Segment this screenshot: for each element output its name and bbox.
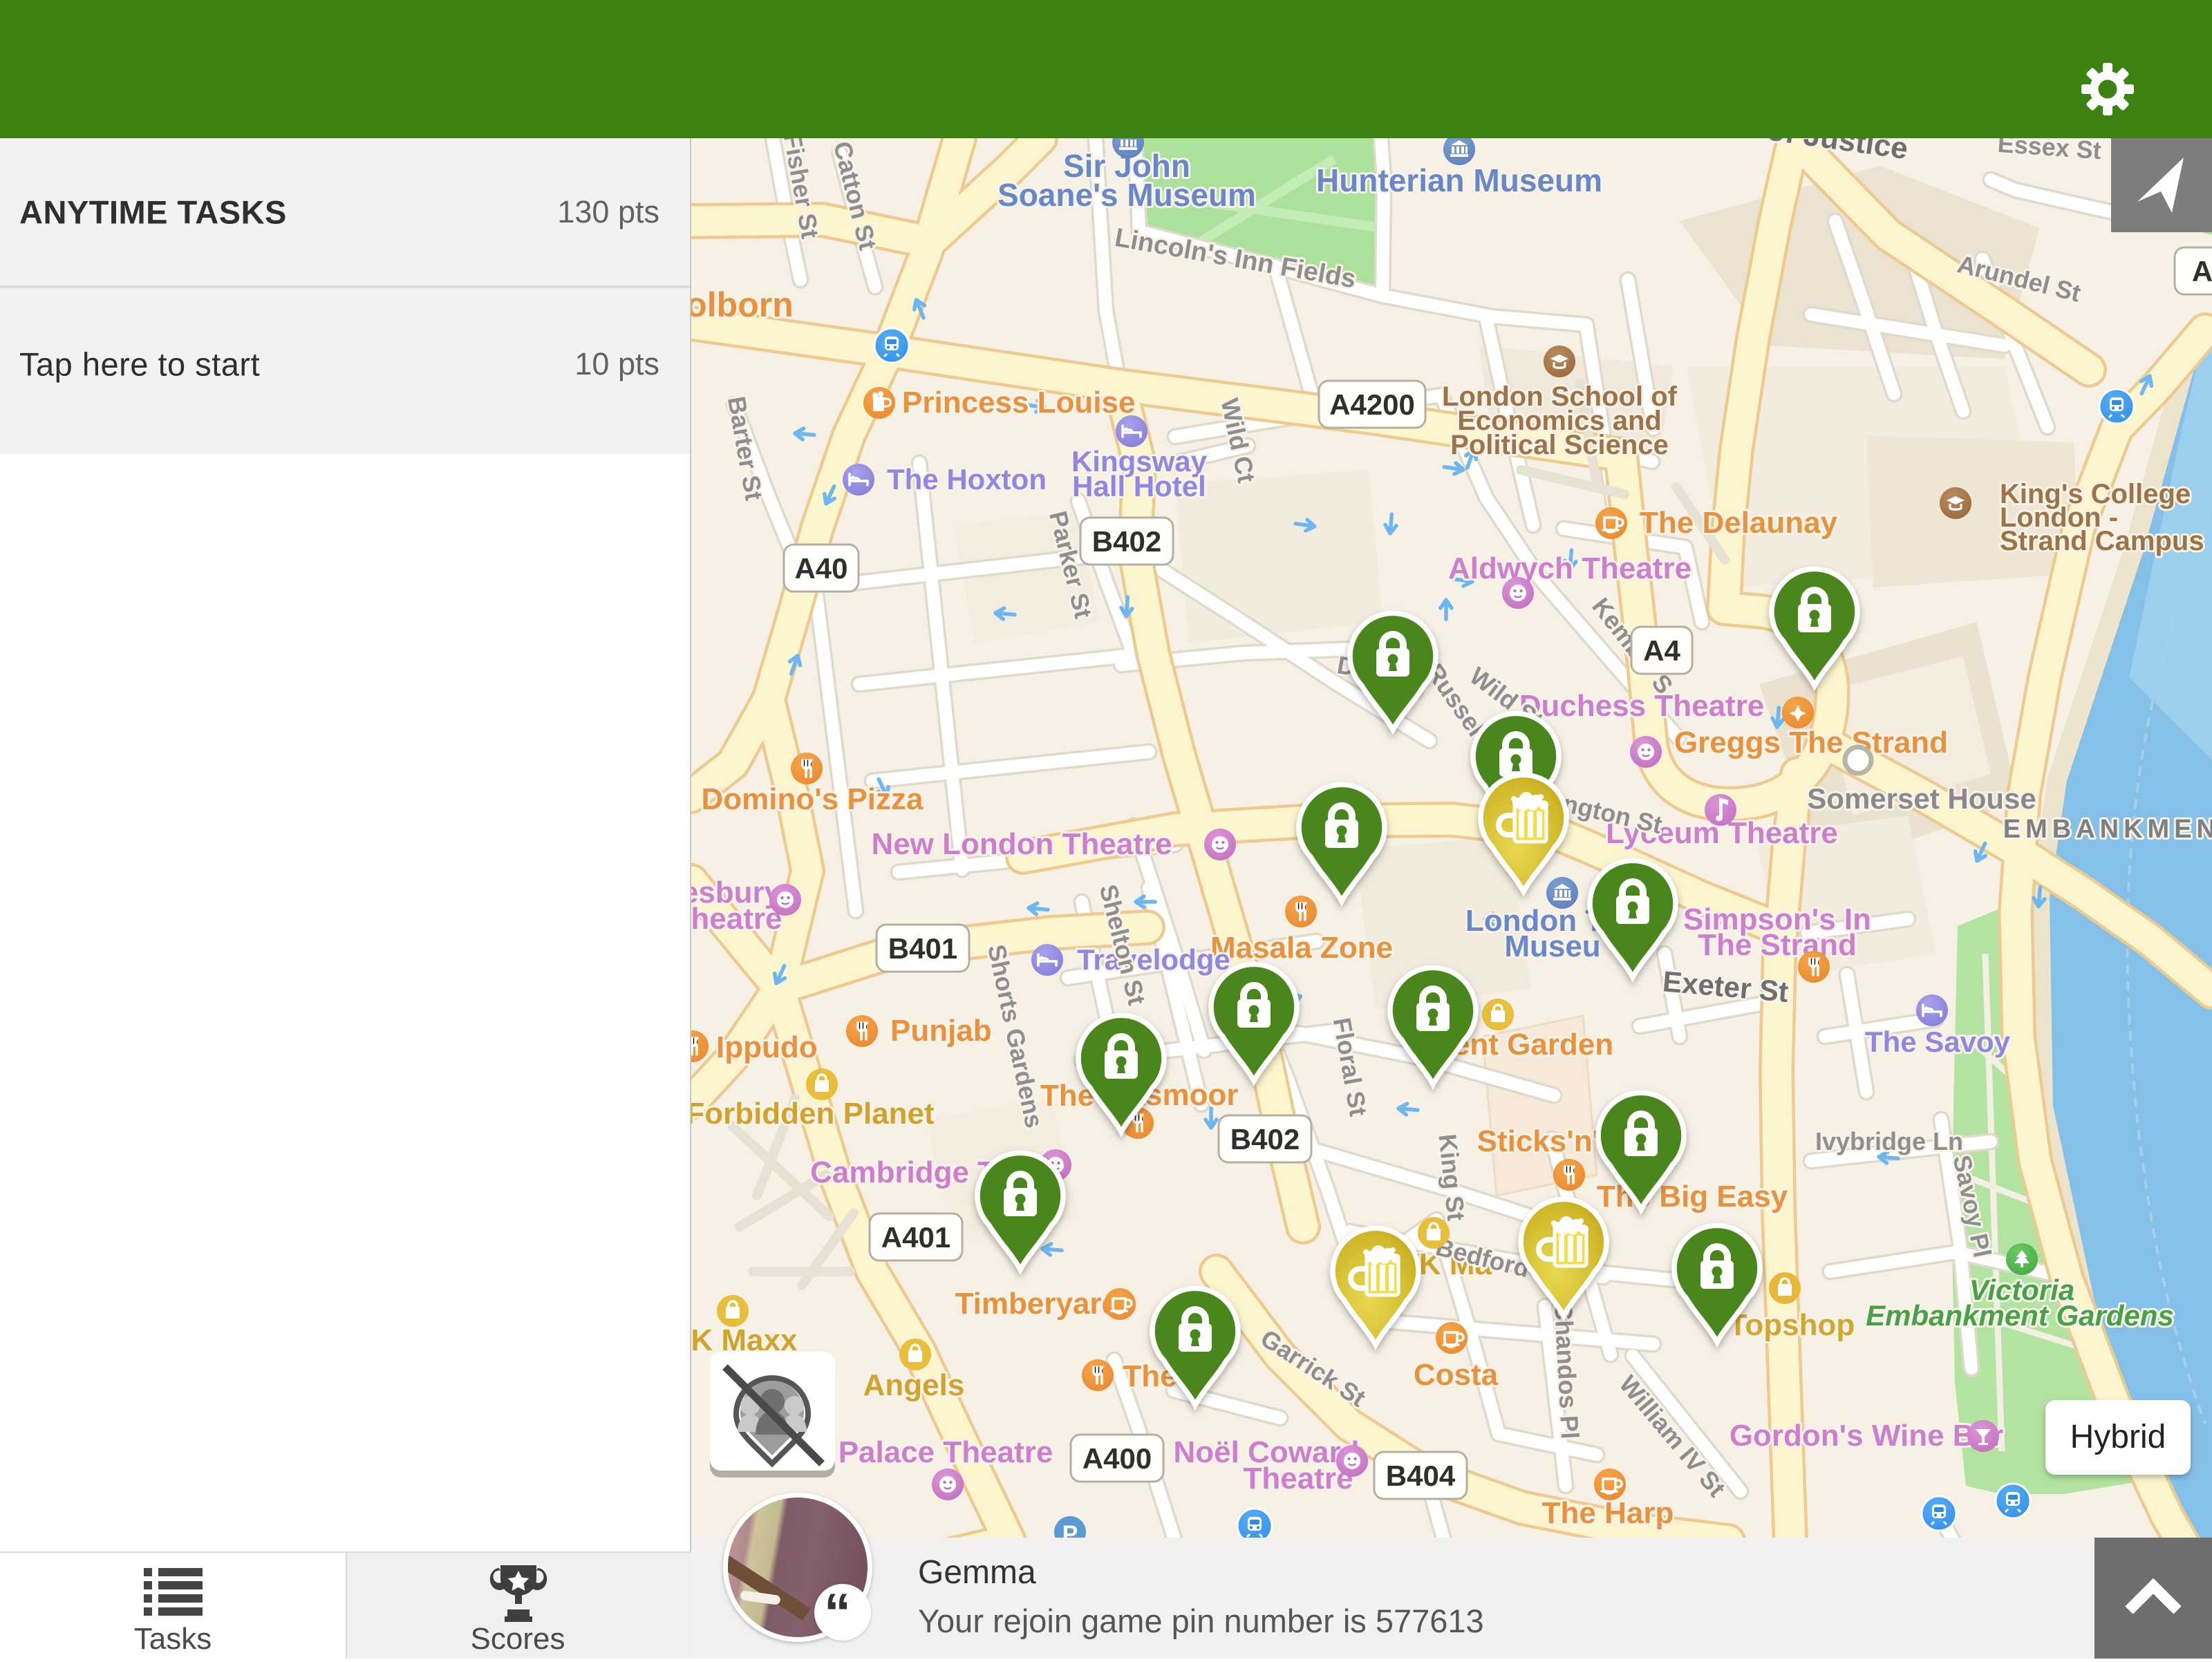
svg-text:Hunterian Museum: Hunterian Museum — [1316, 162, 1602, 198]
svg-text:A: A — [2192, 255, 2212, 287]
svg-text:The Strand: The Strand — [1698, 928, 1857, 962]
svg-text:Ivybridge Ln: Ivybridge Ln — [1815, 1127, 1963, 1155]
svg-text:Domino's Pizza: Domino's Pizza — [702, 782, 924, 816]
svg-text:Timberyard: Timberyard — [955, 1287, 1121, 1321]
svg-text:Theatre: Theatre — [1244, 1462, 1353, 1495]
svg-text:Museu: Museu — [1504, 929, 1600, 963]
svg-text:Barter St: Barter St — [722, 394, 769, 502]
svg-text:The Hoxton: The Hoxton — [887, 463, 1047, 495]
svg-text:B402: B402 — [1092, 525, 1161, 558]
svg-text:Political Science: Political Science — [1450, 430, 1669, 460]
svg-text:Punjab: Punjab — [890, 1014, 992, 1048]
svg-text:New London Theatre: New London Theatre — [871, 827, 1172, 861]
svg-text:A401: A401 — [881, 1221, 950, 1254]
svg-text:Hall Hotel: Hall Hotel — [1072, 470, 1206, 502]
svg-text:King St: King St — [1433, 1133, 1470, 1222]
svg-text:B401: B401 — [888, 932, 957, 965]
svg-text:Ippudo: Ippudo — [716, 1030, 818, 1064]
svg-text:Greggs The Strand: Greggs The Strand — [1674, 726, 1948, 759]
svg-text:Gordon's Wine Bar: Gordon's Wine Bar — [1730, 1419, 2003, 1453]
svg-text:Embankment Gardens: Embankment Gardens — [1866, 1299, 2174, 1332]
svg-text:B402: B402 — [1230, 1123, 1300, 1155]
svg-text:A4200: A4200 — [1329, 388, 1415, 421]
svg-text:The Savoy: The Savoy — [1865, 1026, 2011, 1058]
svg-text:A4: A4 — [1643, 634, 1680, 667]
svg-text:A400: A400 — [1082, 1442, 1152, 1475]
svg-text:William IV St: William IV St — [1614, 1370, 1732, 1502]
svg-text:The Harp: The Harp — [1542, 1496, 1674, 1530]
svg-text:Princess Louise: Princess Louise — [902, 386, 1135, 419]
svg-text:ent Garden: ent Garden — [1453, 1028, 1613, 1061]
svg-text:Somerset House: Somerset House — [1807, 782, 2036, 815]
svg-text:Floral St: Floral St — [1328, 1015, 1373, 1118]
svg-text:Travelodge: Travelodge — [1077, 943, 1230, 976]
svg-text:Aldwych Theatre: Aldwych Theatre — [1448, 551, 1691, 585]
svg-text:The Delaunay: The Delaunay — [1640, 506, 1838, 540]
svg-text:Soane's Museum: Soane's Museum — [997, 177, 1256, 213]
svg-text:Topshop: Topshop — [1729, 1308, 1855, 1342]
svg-text:Angels: Angels — [863, 1368, 965, 1402]
svg-text:Palace Theatre: Palace Theatre — [838, 1435, 1053, 1469]
svg-text:Essex St: Essex St — [1997, 138, 2103, 164]
svg-text:EMBANKMENT: EMBANKMENT — [2003, 815, 2212, 844]
svg-text:Masala Zone: Masala Zone — [1210, 931, 1393, 965]
svg-text:Forbidden Planet: Forbidden Planet — [691, 1097, 935, 1131]
svg-text:Theatre: Theatre — [691, 902, 782, 936]
svg-text:Costa: Costa — [1414, 1358, 1499, 1392]
svg-text:Strand Campus: Strand Campus — [2000, 526, 2204, 556]
svg-text:A40: A40 — [794, 552, 847, 585]
svg-text:Duchess Theatre: Duchess Theatre — [1519, 689, 1765, 723]
svg-text:B404: B404 — [1386, 1460, 1456, 1492]
svg-text:olborn: olborn — [691, 285, 794, 324]
